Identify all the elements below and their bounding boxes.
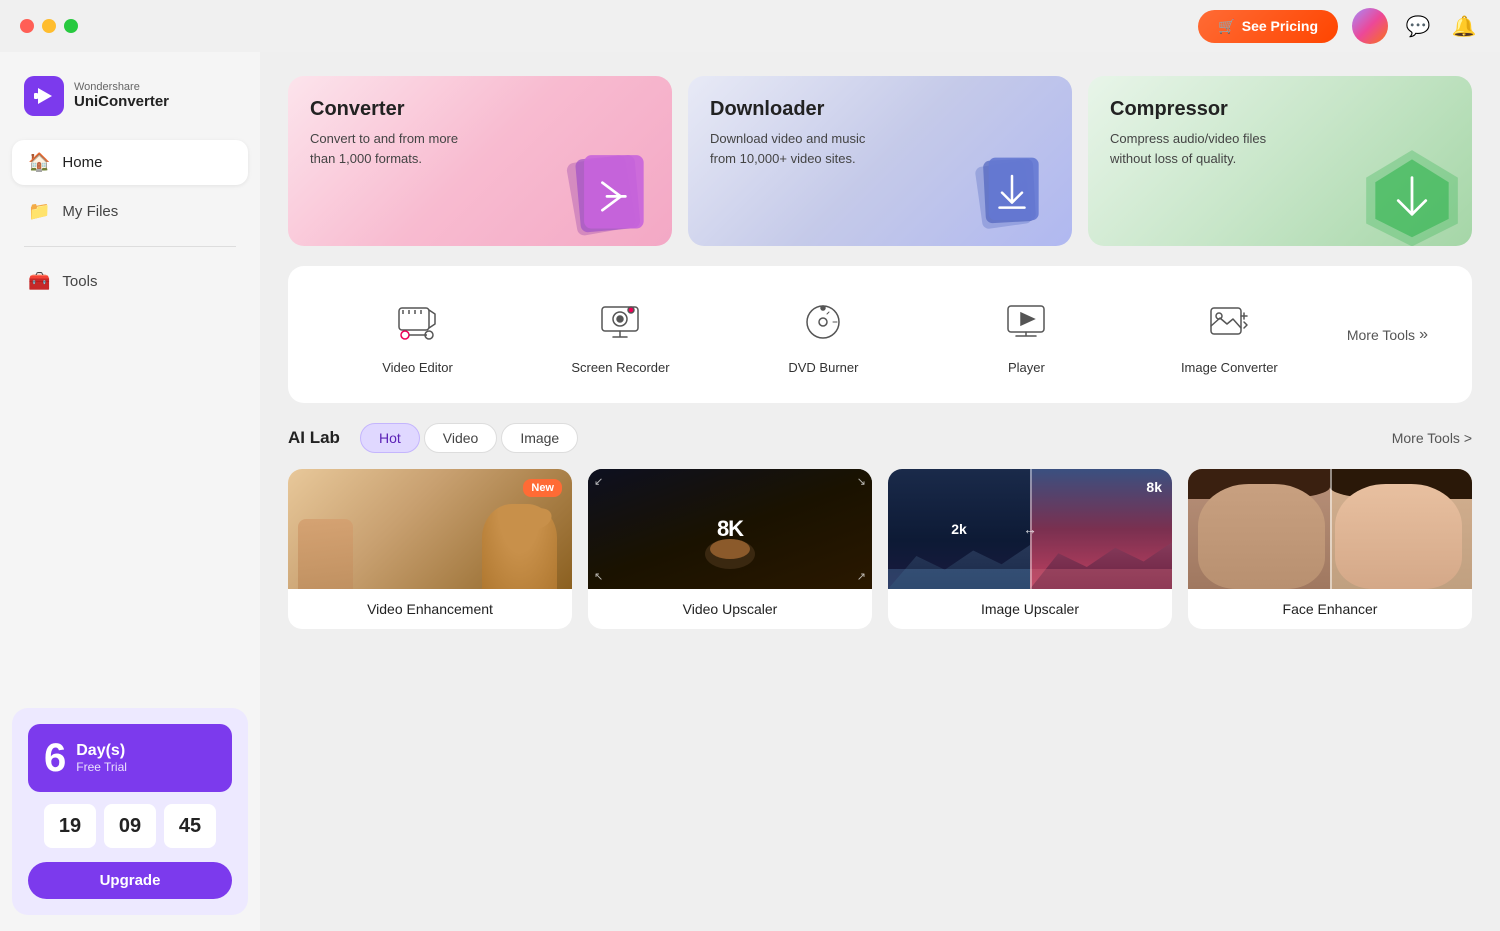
- sidebar-item-tools[interactable]: 🧰 Tools: [12, 259, 248, 304]
- video-enhancement-thumb: New: [288, 469, 572, 589]
- more-tools-label: More Tools: [1347, 327, 1415, 343]
- compressor-desc: Compress audio/video files without loss …: [1110, 129, 1270, 168]
- nav-divider: [24, 246, 236, 247]
- tab-hot[interactable]: Hot: [360, 423, 420, 453]
- sidebar-item-home[interactable]: 🏠 Home: [12, 140, 248, 185]
- downloader-title: Downloader: [710, 98, 1050, 121]
- avatar[interactable]: [1352, 8, 1388, 44]
- player-icon-wrap: [998, 294, 1054, 350]
- converter-card[interactable]: Converter Convert to and from more than …: [288, 76, 672, 246]
- image-upscaler-thumb: 2k 8k ↔: [888, 469, 1172, 589]
- pricing-label: See Pricing: [1242, 18, 1318, 34]
- image-converter-icon-wrap: [1201, 294, 1257, 350]
- countdown-hours: 19: [44, 804, 96, 848]
- upgrade-label: Upgrade: [100, 872, 161, 889]
- tool-image-converter[interactable]: Image Converter: [1128, 286, 1331, 383]
- downloader-card[interactable]: Downloader Download video and music from…: [688, 76, 1072, 246]
- countdown-row: 19 09 45: [28, 804, 232, 848]
- trial-free-label: Free Trial: [76, 760, 127, 774]
- new-badge: New: [523, 479, 562, 497]
- main-content: Converter Convert to and from more than …: [260, 52, 1500, 931]
- tab-hot-label: Hot: [379, 430, 401, 446]
- ai-cards-grid: New Video Enhancement ↙: [288, 469, 1472, 629]
- tab-image-label: Image: [520, 430, 559, 446]
- title-bar-right: 🛒 See Pricing 💬 🔔: [1198, 8, 1480, 44]
- cart-icon: 🛒: [1218, 18, 1235, 35]
- chevron-right-icon: »: [1419, 326, 1428, 344]
- ai-lab-section: AI Lab Hot Video Image More Tools >: [288, 423, 1472, 629]
- ai-lab-header: AI Lab Hot Video Image More Tools >: [288, 423, 1472, 453]
- countdown-minutes: 09: [104, 804, 156, 848]
- sidebar: Wondershare UniConverter 🏠 Home 📁 My Fil…: [0, 52, 260, 931]
- chat-button[interactable]: 💬: [1402, 10, 1434, 42]
- home-icon: 🏠: [28, 152, 50, 173]
- tool-label-image-converter: Image Converter: [1181, 360, 1278, 375]
- trial-days-number: 6: [44, 738, 66, 778]
- video-enhancement-label: Video Enhancement: [288, 589, 572, 629]
- feature-cards: Converter Convert to and from more than …: [288, 76, 1472, 246]
- face-enhancer-label: Face Enhancer: [1188, 589, 1472, 629]
- screen-recorder-icon-wrap: [592, 294, 648, 350]
- trial-card: 6 Day(s) Free Trial 19 09 45 Upgrade: [12, 708, 248, 915]
- minimize-button[interactable]: [42, 19, 56, 33]
- tool-player[interactable]: Player: [925, 286, 1128, 383]
- video-upscaler-label: Video Upscaler: [588, 589, 872, 629]
- sidebar-item-my-files[interactable]: 📁 My Files: [12, 189, 248, 234]
- maximize-button[interactable]: [64, 19, 78, 33]
- trial-label-wrap: Day(s) Free Trial: [76, 742, 127, 774]
- face-enhancer-thumb: [1188, 469, 1472, 589]
- logo-text-wrap: Wondershare UniConverter: [74, 81, 169, 111]
- ai-lab-tabs: AI Lab Hot Video Image: [288, 423, 578, 453]
- tab-video-label: Video: [443, 430, 479, 446]
- tools-section: Video Editor Screen Recorder: [288, 266, 1472, 403]
- window-controls: [20, 19, 78, 33]
- title-bar: 🛒 See Pricing 💬 🔔: [0, 0, 1500, 52]
- video-editor-icon-wrap: [389, 294, 445, 350]
- nav-label-home: Home: [62, 154, 102, 171]
- countdown-seconds: 45: [164, 804, 216, 848]
- logo-product: UniConverter: [74, 93, 169, 111]
- compressor-title: Compressor: [1110, 98, 1450, 121]
- close-button[interactable]: [20, 19, 34, 33]
- logo-area: Wondershare UniConverter: [12, 68, 248, 136]
- tool-screen-recorder[interactable]: Screen Recorder: [519, 286, 722, 383]
- tool-label-video-editor: Video Editor: [382, 360, 453, 375]
- see-pricing-button[interactable]: 🛒 See Pricing: [1198, 10, 1338, 43]
- tab-image[interactable]: Image: [501, 423, 578, 453]
- converter-title: Converter: [310, 98, 650, 121]
- tool-dvd-burner[interactable]: DVD Burner: [722, 286, 925, 383]
- files-icon: 📁: [28, 201, 50, 222]
- downloader-desc: Download video and music from 10,000+ vi…: [710, 129, 870, 168]
- tool-label-screen-recorder: Screen Recorder: [571, 360, 669, 375]
- ai-lab-title: AI Lab: [288, 428, 340, 448]
- chat-icon: 💬: [1406, 14, 1431, 39]
- nav-label-files: My Files: [62, 203, 118, 220]
- tab-video[interactable]: Video: [424, 423, 498, 453]
- trial-days-box: 6 Day(s) Free Trial: [28, 724, 232, 792]
- tool-video-editor[interactable]: Video Editor: [316, 286, 519, 383]
- dvd-burner-icon-wrap: [795, 294, 851, 350]
- converter-desc: Convert to and from more than 1,000 form…: [310, 129, 470, 168]
- ai-lab-more-tools-link[interactable]: More Tools >: [1392, 430, 1472, 446]
- tool-label-player: Player: [1008, 360, 1045, 375]
- tools-icon: 🧰: [28, 271, 50, 292]
- notification-button[interactable]: 🔔: [1448, 10, 1480, 42]
- logo-brand: Wondershare: [74, 81, 169, 93]
- more-tools-button[interactable]: More Tools »: [1331, 318, 1444, 352]
- compressor-card[interactable]: Compressor Compress audio/video files wi…: [1088, 76, 1472, 246]
- ai-card-image-upscaler[interactable]: 2k 8k ↔: [888, 469, 1172, 629]
- upgrade-button[interactable]: Upgrade: [28, 862, 232, 899]
- tool-label-dvd-burner: DVD Burner: [788, 360, 858, 375]
- ai-card-video-upscaler[interactable]: ↙ ↘ ↖ ↗ 8K Video Upscaler: [588, 469, 872, 629]
- ai-card-video-enhancement[interactable]: New Video Enhancement: [288, 469, 572, 629]
- bell-icon: 🔔: [1452, 14, 1477, 39]
- nav-label-tools: Tools: [62, 273, 97, 290]
- trial-days-label: Day(s): [76, 742, 127, 760]
- image-upscaler-label: Image Upscaler: [888, 589, 1172, 629]
- app-body: Wondershare UniConverter 🏠 Home 📁 My Fil…: [0, 52, 1500, 931]
- ai-card-face-enhancer[interactable]: Face Enhancer: [1188, 469, 1472, 629]
- logo-icon: [24, 76, 64, 116]
- video-upscaler-thumb: ↙ ↘ ↖ ↗ 8K: [588, 469, 872, 589]
